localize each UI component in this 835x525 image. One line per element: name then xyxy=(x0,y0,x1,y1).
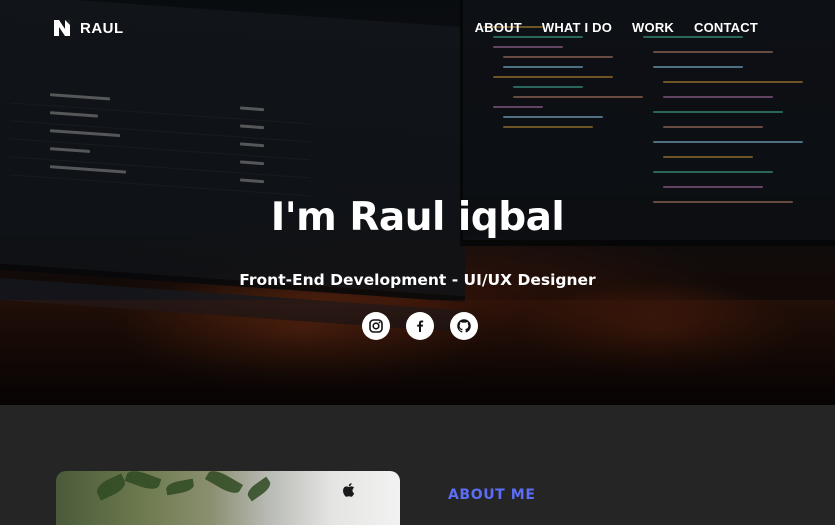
nav-item-work[interactable]: WORK xyxy=(632,20,674,35)
social-links xyxy=(362,312,478,340)
about-photo xyxy=(56,471,400,525)
portfolio-page: RAUL ABOUT WHAT I DO WORK CONTACT I'm Ra… xyxy=(0,0,835,525)
hero-section: RAUL ABOUT WHAT I DO WORK CONTACT I'm Ra… xyxy=(0,0,835,405)
facebook-icon xyxy=(417,320,424,332)
facebook-link[interactable] xyxy=(406,312,434,340)
brand-name: RAUL xyxy=(80,19,124,37)
n-logo-icon xyxy=(54,20,70,36)
nav-item-about[interactable]: ABOUT xyxy=(475,20,522,35)
github-link[interactable] xyxy=(450,312,478,340)
apple-logo-icon xyxy=(343,483,355,497)
about-heading: ABOUT ME xyxy=(448,487,536,503)
hero-subtitle: Front-End Development - UI/UX Designer xyxy=(239,271,596,289)
main-nav: ABOUT WHAT I DO WORK CONTACT xyxy=(475,20,758,35)
github-icon xyxy=(457,319,471,333)
nav-item-what-i-do[interactable]: WHAT I DO xyxy=(542,20,612,35)
instagram-link[interactable] xyxy=(362,312,390,340)
brand-link[interactable]: RAUL xyxy=(52,18,124,38)
hero-title: I'm Raul iqbal xyxy=(270,195,565,240)
about-section: ABOUT ME xyxy=(0,405,835,525)
instagram-icon xyxy=(369,319,383,333)
nav-item-contact[interactable]: CONTACT xyxy=(694,20,758,35)
